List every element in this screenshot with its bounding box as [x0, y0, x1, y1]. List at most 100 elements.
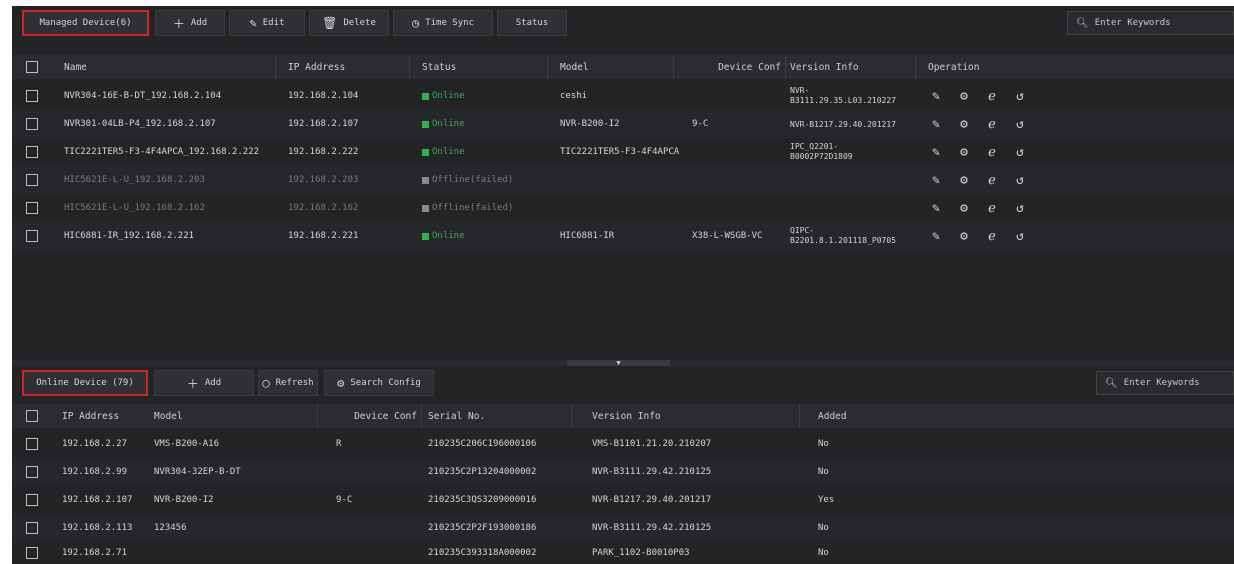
online-search-placeholder: Enter Keywords	[1123, 378, 1200, 388]
refresh-button[interactable]: ◯ Refresh	[258, 370, 318, 396]
login-icon[interactable]: ℯ	[984, 117, 1000, 132]
add-label: Add	[190, 18, 208, 28]
managed-row[interactable]: TIC2221TER5-F3-4F4APCA_192.168.2.222 192…	[12, 138, 1234, 166]
gear-icon[interactable]: ⚙	[956, 117, 972, 132]
managed-device-tab[interactable]: Managed Device(6)	[22, 10, 149, 36]
device-version: QIPC- B2201.8.1.201118_P0705	[790, 222, 916, 250]
device-status: Online	[422, 222, 542, 250]
pencil-icon[interactable]: ✎	[928, 89, 944, 104]
col-name[interactable]: Name	[52, 55, 276, 79]
managed-row[interactable]: NVR301-04LB-P4_192.168.2.107 192.168.2.1…	[12, 110, 1234, 138]
row-checkbox[interactable]	[26, 438, 38, 450]
search-config-button[interactable]: ⚙ Search Config	[324, 370, 434, 396]
online-conf: 9-C	[336, 495, 353, 505]
online-serial: 210235C393318A000002	[428, 548, 537, 558]
offline-status-icon	[422, 176, 429, 184]
gear-icon[interactable]: ⚙	[956, 201, 972, 216]
row-checkbox[interactable]	[26, 466, 38, 478]
online-row[interactable]: 192.168.2.27 VMS-B200-A16 R 210235C206C1…	[12, 430, 1234, 458]
online-serial: 210235C2P13204000002	[428, 467, 537, 477]
login-icon[interactable]: ℯ	[984, 89, 1000, 104]
col-model[interactable]: Model	[148, 404, 318, 428]
select-all-checkbox[interactable]	[26, 61, 38, 73]
login-icon[interactable]: ℯ	[984, 229, 1000, 244]
login-icon[interactable]: ℯ	[984, 173, 1000, 188]
managed-search-box[interactable]: 🔍︎ Enter Keywords	[1067, 11, 1234, 35]
pencil-icon[interactable]: ✎	[928, 173, 944, 188]
refresh-icon[interactable]: ↺	[1012, 117, 1028, 132]
delete-label: Delete	[343, 18, 376, 28]
online-serial: 210235C3QS3209000016	[428, 495, 537, 505]
row-checkbox[interactable]	[26, 146, 38, 158]
col-serial-no[interactable]: Serial No.	[422, 404, 572, 428]
select-all-checkbox[interactable]	[26, 410, 38, 422]
row-checkbox[interactable]	[26, 174, 38, 186]
online-added: No	[818, 467, 829, 477]
time-sync-button[interactable]: ◷ Time Sync	[393, 10, 493, 36]
online-row[interactable]: 192.168.2.113 123456 210235C2P2F19300018…	[12, 514, 1234, 542]
row-checkbox[interactable]	[26, 522, 38, 534]
col-version-info[interactable]: Version Info	[572, 404, 800, 428]
row-checkbox[interactable]	[26, 90, 38, 102]
status-text: Online	[432, 231, 465, 241]
edit-label: Edit	[262, 18, 285, 28]
row-checkbox[interactable]	[26, 494, 38, 506]
refresh-icon[interactable]: ↺	[1012, 145, 1028, 160]
gear-icon[interactable]: ⚙	[956, 229, 972, 244]
col-ip-address[interactable]: IP Address	[276, 55, 410, 79]
online-row[interactable]: 192.168.2.107 NVR-B200-I2 9-C 210235C3QS…	[12, 486, 1234, 514]
status-button[interactable]: Status	[497, 10, 567, 36]
device-name: HIC5621E-L-U_192.168.2.162	[64, 203, 205, 213]
refresh-icon[interactable]: ↺	[1012, 89, 1028, 104]
pencil-icon[interactable]: ✎	[928, 117, 944, 132]
online-conf	[336, 458, 416, 486]
gear-icon[interactable]: ⚙	[956, 145, 972, 160]
managed-row[interactable]: HIC5621E-L-U_192.168.2.203 192.168.2.203…	[12, 166, 1234, 194]
refresh-icon[interactable]: ↺	[1012, 173, 1028, 188]
login-icon[interactable]: ℯ	[984, 145, 1000, 160]
status-text: Online	[432, 91, 465, 101]
managed-row[interactable]: NVR304-16E-B-DT_192.168.2.104 192.168.2.…	[12, 82, 1234, 110]
add-device-button[interactable]: ＋ Add	[155, 10, 225, 36]
col-added[interactable]: Added	[800, 404, 1000, 428]
row-checkbox[interactable]	[26, 547, 38, 559]
gear-icon[interactable]: ⚙	[956, 173, 972, 188]
edit-device-button[interactable]: ✎ Edit	[229, 10, 305, 36]
row-checkbox[interactable]	[26, 202, 38, 214]
row-checkbox[interactable]	[26, 230, 38, 242]
managed-row[interactable]: HIC6881-IR_192.168.2.221 192.168.2.221 O…	[12, 222, 1234, 250]
device-status: Online	[422, 110, 542, 138]
delete-device-button[interactable]: 🗑 Delete	[309, 10, 389, 36]
login-icon[interactable]: ℯ	[984, 201, 1000, 216]
online-search-box[interactable]: 🔍︎ Enter Keywords	[1096, 371, 1234, 395]
status-text: Online	[432, 119, 465, 129]
col-model[interactable]: Model	[548, 55, 674, 79]
device-ip: 192.168.2.162	[288, 203, 359, 213]
version-line: NVR-	[790, 86, 810, 95]
col-status[interactable]: Status	[410, 55, 548, 79]
online-version: VMS-B1101.21.20.210207	[592, 439, 712, 449]
row-checkbox[interactable]	[26, 118, 38, 130]
col-device-conf[interactable]: Device Conf	[318, 404, 422, 428]
online-conf: R	[336, 439, 342, 449]
device-model: HIC6881-IR	[560, 231, 615, 241]
online-row[interactable]: 192.168.2.71 210235C393318A000002 PARK_1…	[12, 542, 1234, 564]
online-device-label: Online Device (79)	[36, 378, 134, 388]
managed-toolbar: Managed Device(6) ＋ Add ✎ Edit 🗑 Delete …	[12, 6, 1234, 40]
pencil-icon[interactable]: ✎	[928, 145, 944, 160]
gear-icon[interactable]: ⚙	[956, 89, 972, 104]
pencil-icon[interactable]: ✎	[928, 201, 944, 216]
managed-row[interactable]: HIC5621E-L-U_192.168.2.162 192.168.2.162…	[12, 194, 1234, 222]
magnifier-icon: 🔍︎	[1105, 377, 1118, 389]
refresh-icon[interactable]: ↺	[1012, 201, 1028, 216]
online-row[interactable]: 192.168.2.99 NVR304-32EP-B-DT 210235C2P1…	[12, 458, 1234, 486]
col-version-info[interactable]: Version Info	[786, 55, 916, 79]
add-online-device-button[interactable]: ＋ Add	[154, 370, 254, 396]
refresh-icon[interactable]: ↺	[1012, 229, 1028, 244]
pencil-icon[interactable]: ✎	[928, 229, 944, 244]
row-operations: ✎ ⚙ ℯ ↺	[928, 194, 1028, 222]
col-ip-address[interactable]: IP Address	[52, 404, 148, 428]
online-device-tab[interactable]: Online Device (79)	[22, 370, 148, 396]
online-table-header: IP Address Model Device Conf Serial No. …	[12, 404, 1234, 428]
col-device-conf[interactable]: Device Conf	[674, 55, 786, 79]
